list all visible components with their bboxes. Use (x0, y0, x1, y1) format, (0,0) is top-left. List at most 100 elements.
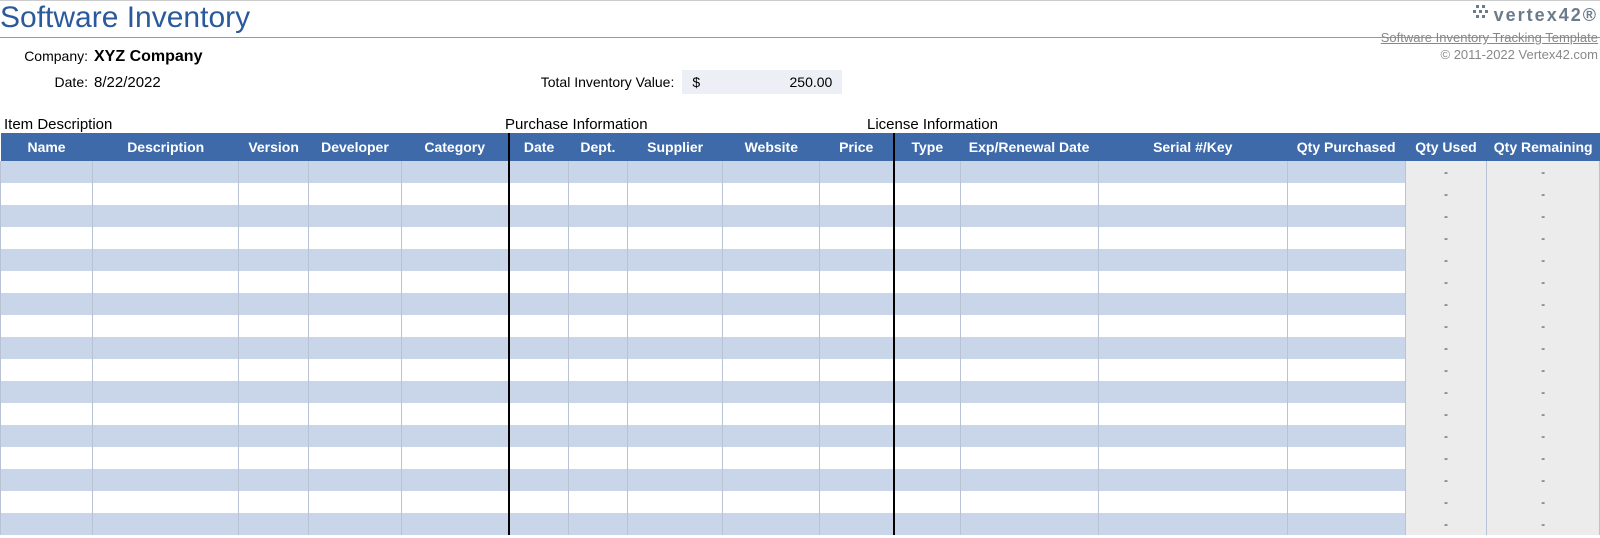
cell[interactable] (894, 359, 960, 381)
cell[interactable] (93, 249, 239, 271)
cell[interactable] (308, 293, 401, 315)
cell[interactable]: - (1405, 183, 1487, 205)
cell[interactable]: - (1405, 447, 1487, 469)
cell[interactable] (1287, 161, 1405, 183)
cell[interactable] (723, 227, 820, 249)
cell[interactable] (894, 337, 960, 359)
cell[interactable] (628, 447, 723, 469)
cell[interactable] (1, 513, 93, 535)
cell[interactable] (402, 183, 509, 205)
cell[interactable] (960, 293, 1098, 315)
cell[interactable] (1287, 227, 1405, 249)
cell[interactable] (239, 271, 309, 293)
template-link[interactable]: Software Inventory Tracking Template (1381, 30, 1598, 45)
cell[interactable] (628, 469, 723, 491)
cell[interactable]: - (1487, 469, 1600, 491)
cell[interactable] (1098, 381, 1287, 403)
cell[interactable] (1287, 491, 1405, 513)
cell[interactable] (239, 359, 309, 381)
cell[interactable] (894, 249, 960, 271)
cell[interactable] (239, 513, 309, 535)
cell[interactable] (723, 249, 820, 271)
cell[interactable] (1, 359, 93, 381)
cell[interactable] (568, 425, 627, 447)
cell[interactable] (894, 381, 960, 403)
cell[interactable] (820, 293, 894, 315)
table-row[interactable]: -- (1, 227, 1600, 249)
cell[interactable] (1287, 513, 1405, 535)
cell[interactable] (820, 227, 894, 249)
cell[interactable] (894, 271, 960, 293)
cell[interactable] (960, 315, 1098, 337)
cell[interactable] (1, 403, 93, 425)
table-row[interactable]: -- (1, 469, 1600, 491)
cell[interactable]: - (1405, 271, 1487, 293)
cell[interactable]: - (1487, 249, 1600, 271)
cell[interactable] (308, 315, 401, 337)
cell[interactable] (1287, 381, 1405, 403)
cell[interactable] (960, 425, 1098, 447)
cell[interactable] (308, 513, 401, 535)
cell[interactable] (820, 249, 894, 271)
cell[interactable] (509, 249, 568, 271)
cell[interactable] (402, 249, 509, 271)
cell[interactable]: - (1487, 403, 1600, 425)
cell[interactable] (93, 315, 239, 337)
cell[interactable] (1287, 205, 1405, 227)
cell[interactable] (308, 491, 401, 513)
date-value[interactable]: 8/22/2022 (94, 74, 161, 91)
cell[interactable] (568, 513, 627, 535)
cell[interactable] (1, 161, 93, 183)
cell[interactable] (1, 447, 93, 469)
table-row[interactable]: -- (1, 249, 1600, 271)
cell[interactable]: - (1487, 447, 1600, 469)
cell[interactable] (93, 469, 239, 491)
cell[interactable] (628, 425, 723, 447)
cell[interactable] (723, 469, 820, 491)
table-row[interactable]: -- (1, 161, 1600, 183)
cell[interactable]: - (1487, 183, 1600, 205)
cell[interactable] (239, 337, 309, 359)
cell[interactable] (894, 183, 960, 205)
cell[interactable] (568, 205, 627, 227)
cell[interactable] (308, 227, 401, 249)
company-value[interactable]: XYZ Company (94, 48, 202, 66)
cell[interactable] (723, 271, 820, 293)
table-row[interactable]: -- (1, 403, 1600, 425)
table-row[interactable]: -- (1, 425, 1600, 447)
cell[interactable] (628, 161, 723, 183)
cell[interactable] (960, 403, 1098, 425)
cell[interactable] (239, 227, 309, 249)
cell[interactable]: - (1487, 315, 1600, 337)
cell[interactable] (960, 205, 1098, 227)
cell[interactable] (1287, 271, 1405, 293)
cell[interactable]: - (1487, 491, 1600, 513)
table-row[interactable]: -- (1, 381, 1600, 403)
cell[interactable] (1098, 469, 1287, 491)
cell[interactable] (628, 403, 723, 425)
cell[interactable] (894, 161, 960, 183)
cell[interactable] (723, 315, 820, 337)
cell[interactable] (960, 227, 1098, 249)
cell[interactable]: - (1405, 359, 1487, 381)
cell[interactable] (402, 381, 509, 403)
cell[interactable] (509, 469, 568, 491)
cell[interactable] (402, 447, 509, 469)
cell[interactable] (1287, 183, 1405, 205)
cell[interactable] (820, 491, 894, 513)
cell[interactable] (960, 359, 1098, 381)
cell[interactable]: - (1405, 425, 1487, 447)
cell[interactable] (568, 337, 627, 359)
table-row[interactable]: -- (1, 447, 1600, 469)
cell[interactable] (820, 337, 894, 359)
cell[interactable] (723, 425, 820, 447)
cell[interactable] (568, 403, 627, 425)
table-row[interactable]: -- (1, 271, 1600, 293)
cell[interactable] (308, 337, 401, 359)
cell[interactable] (509, 447, 568, 469)
cell[interactable] (723, 161, 820, 183)
cell[interactable]: - (1405, 337, 1487, 359)
cell[interactable] (894, 315, 960, 337)
cell[interactable] (93, 381, 239, 403)
cell[interactable]: - (1405, 249, 1487, 271)
